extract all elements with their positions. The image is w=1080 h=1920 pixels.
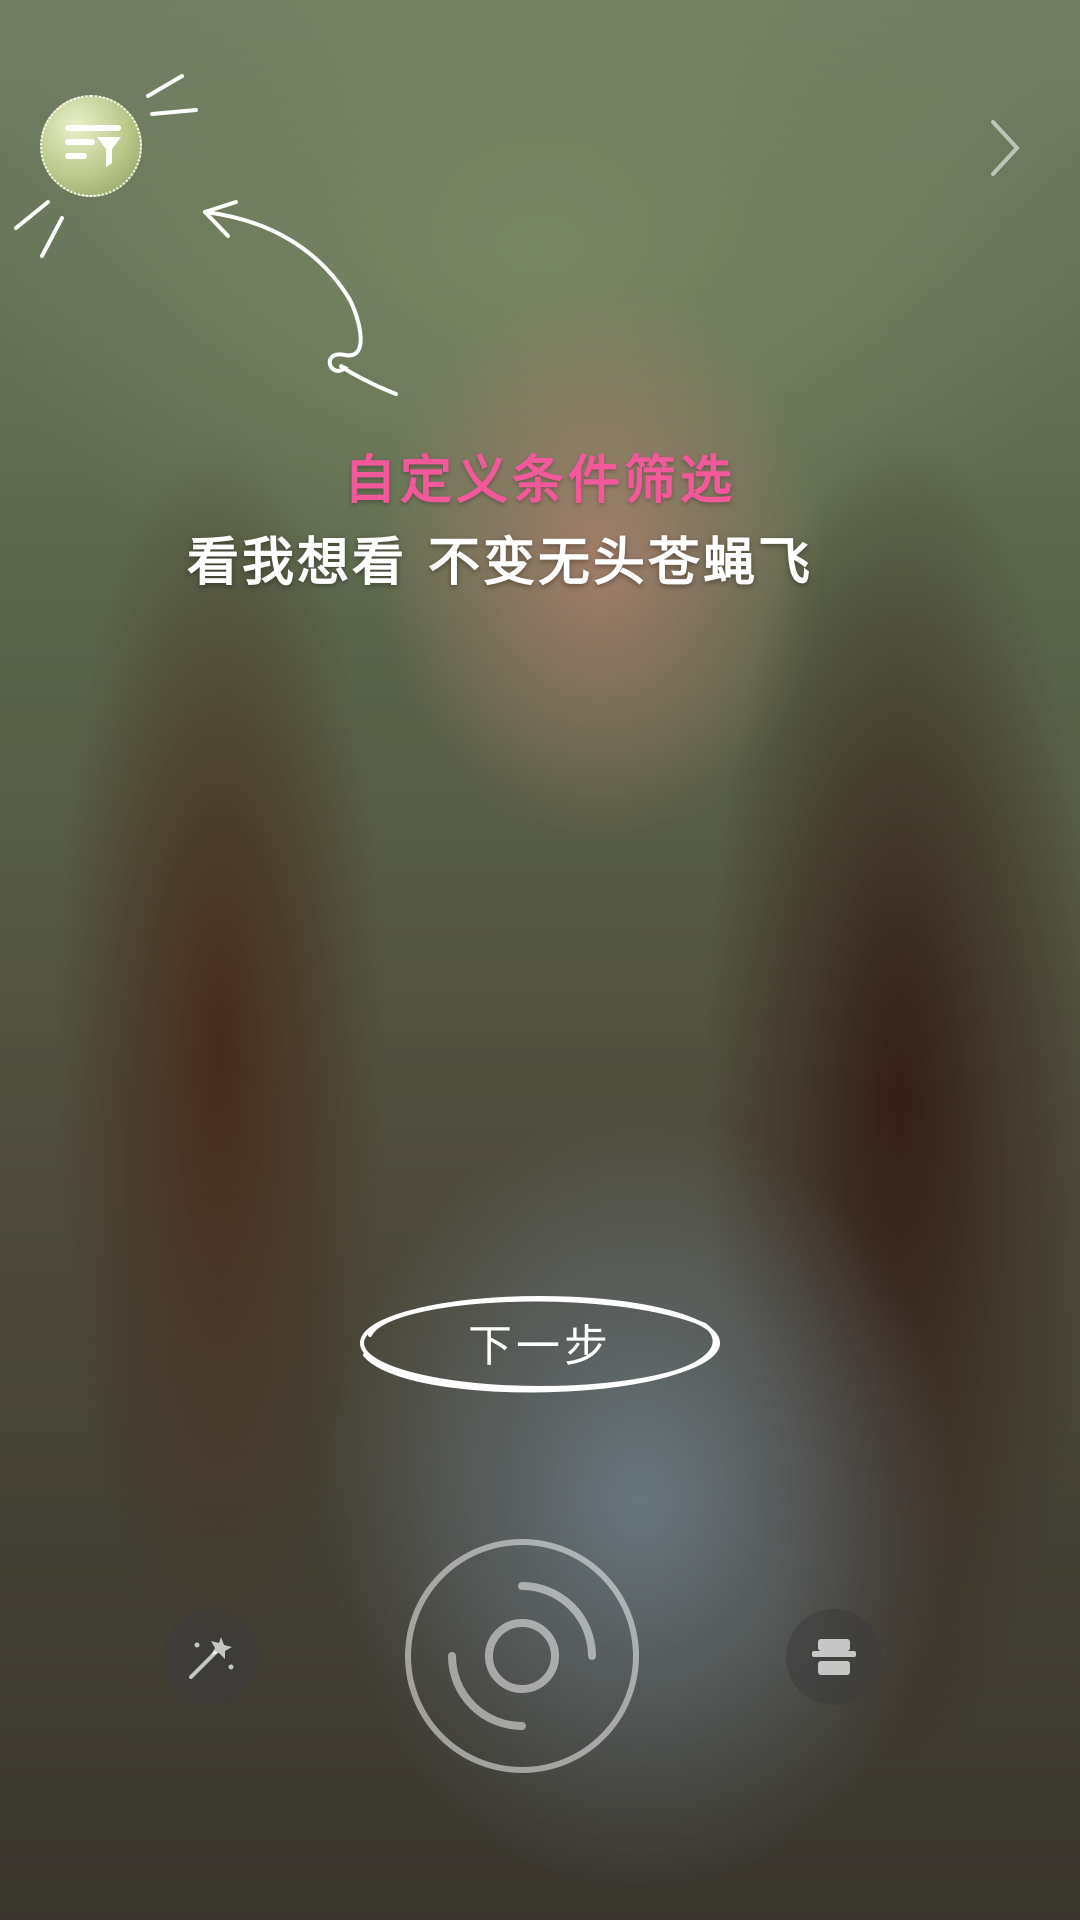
magic-wand-icon [189, 1637, 234, 1679]
magic-wand-button[interactable] [163, 1609, 259, 1705]
stamp-icon [812, 1639, 856, 1675]
headline-pink: 自定义条件筛选 [343, 451, 736, 511]
stamp-button[interactable] [786, 1609, 882, 1705]
filter-button[interactable] [40, 95, 142, 197]
onboarding-screen: 自定义条件筛选 看我想看 不变无头苍蝇飞 下一步 [0, 0, 1080, 1920]
chevron-right-icon[interactable] [985, 118, 1025, 178]
shutter-button[interactable] [404, 1538, 640, 1774]
next-step-label: 下一步 [468, 1321, 612, 1372]
filter-icon [65, 125, 121, 167]
headline-white: 看我想看 不变无头苍蝇飞 [186, 533, 814, 593]
next-step-button[interactable]: 下一步 [350, 1275, 730, 1405]
